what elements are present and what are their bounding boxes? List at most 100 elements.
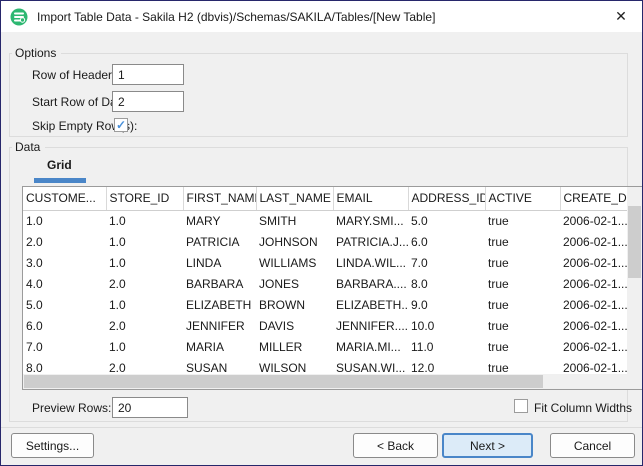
grid-cell[interactable]: true <box>485 210 560 231</box>
fit-column-widths-label: Fit Column Widths <box>534 401 632 415</box>
grid-cell[interactable]: MARY <box>183 210 256 231</box>
grid-cell[interactable]: 2.0 <box>106 273 183 294</box>
grid-cell[interactable]: MARIA <box>183 336 256 357</box>
grid-cell[interactable]: true <box>485 252 560 273</box>
grid-cell[interactable]: 6.0 <box>408 231 485 252</box>
grid-cell[interactable]: ELIZABETH... <box>333 294 408 315</box>
grid-cell[interactable]: MARY.SMI... <box>333 210 408 231</box>
back-button[interactable]: < Back <box>353 433 438 458</box>
grid-column-header[interactable]: ADDRESS_ID <box>408 187 485 210</box>
grid-cell[interactable]: 1.0 <box>106 231 183 252</box>
grid-cell[interactable]: PATRICIA <box>183 231 256 252</box>
preview-rows-input[interactable] <box>112 397 188 418</box>
grid-cell[interactable]: BARBARA.... <box>333 273 408 294</box>
grid-cell[interactable]: 10.0 <box>408 315 485 336</box>
grid-cell[interactable]: true <box>485 315 560 336</box>
grid-row[interactable]: 6.02.0JENNIFERDAVISJENNIFER....10.0true2… <box>23 315 627 336</box>
grid-cell[interactable]: JONES <box>256 273 333 294</box>
horizontal-scrollbar[interactable] <box>23 374 627 389</box>
grid-cell[interactable]: 3.0 <box>23 252 106 273</box>
options-group-label: Options <box>12 46 61 60</box>
grid-cell[interactable]: 5.0 <box>408 210 485 231</box>
grid-cell[interactable]: 2.0 <box>23 231 106 252</box>
horizontal-scrollbar-thumb[interactable] <box>24 375 543 388</box>
grid-column-header[interactable]: EMAIL <box>333 187 408 210</box>
grid-cell[interactable]: 11.0 <box>408 336 485 357</box>
close-icon[interactable]: ✕ <box>600 1 642 32</box>
scrollbar-corner <box>627 374 642 389</box>
grid-cell[interactable]: 2006-02-1... <box>560 336 627 357</box>
grid-cell[interactable]: 1.0 <box>106 252 183 273</box>
grid-cell[interactable]: BARBARA <box>183 273 256 294</box>
grid-cell[interactable]: 1.0 <box>106 210 183 231</box>
grid-cell[interactable]: WILLIAMS <box>256 252 333 273</box>
grid-header-row: CUSTOME...STORE_IDFIRST_NAMELAST_NAMEEMA… <box>23 187 627 210</box>
grid-column-header[interactable]: CREATE_D... <box>560 187 627 210</box>
grid-cell[interactable]: LINDA.WIL... <box>333 252 408 273</box>
preview-rows-label: Preview Rows: <box>32 401 111 415</box>
grid-cell[interactable]: MILLER <box>256 336 333 357</box>
grid-row[interactable]: 2.01.0PATRICIAJOHNSONPATRICIA.J...6.0tru… <box>23 231 627 252</box>
grid-column-header[interactable]: CUSTOME... <box>23 187 106 210</box>
grid-cell[interactable]: 7.0 <box>408 252 485 273</box>
grid-cell[interactable]: 4.0 <box>23 273 106 294</box>
settings-button[interactable]: Settings... <box>11 433 94 458</box>
grid-cell[interactable]: MARIA.MI... <box>333 336 408 357</box>
grid-row[interactable]: 4.02.0BARBARAJONESBARBARA....8.0true2006… <box>23 273 627 294</box>
grid-cell[interactable]: 6.0 <box>23 315 106 336</box>
row-of-header-label: Row of Header: <box>32 68 115 82</box>
grid-row[interactable]: 3.01.0LINDAWILLIAMSLINDA.WIL...7.0true20… <box>23 252 627 273</box>
grid-row[interactable]: 7.01.0MARIAMILLERMARIA.MI...11.0true2006… <box>23 336 627 357</box>
grid-cell[interactable]: 2006-02-1... <box>560 315 627 336</box>
grid-cell[interactable]: 7.0 <box>23 336 106 357</box>
grid-column-header[interactable]: ACTIVE <box>485 187 560 210</box>
grid-cell[interactable]: LINDA <box>183 252 256 273</box>
window-title: Import Table Data - Sakila H2 (dbvis)/Sc… <box>37 10 435 24</box>
data-group: Data Grid CUSTOME...STORE_IDFIRST_NAMELA… <box>9 147 628 422</box>
grid-cell[interactable]: 8.0 <box>408 273 485 294</box>
row-of-header-input[interactable] <box>112 64 184 85</box>
grid-cell[interactable]: 1.0 <box>106 294 183 315</box>
grid-cell[interactable]: 5.0 <box>23 294 106 315</box>
grid-row[interactable]: 5.01.0ELIZABETHBROWNELIZABETH...9.0true2… <box>23 294 627 315</box>
data-preview-grid: CUSTOME...STORE_IDFIRST_NAMELAST_NAMEEMA… <box>22 186 643 390</box>
vertical-scrollbar-thumb[interactable] <box>628 206 641 278</box>
data-grid-table: CUSTOME...STORE_IDFIRST_NAMELAST_NAMEEMA… <box>23 187 628 378</box>
grid-column-header[interactable]: FIRST_NAME <box>183 187 256 210</box>
grid-cell[interactable]: 2006-02-1... <box>560 252 627 273</box>
grid-cell[interactable]: 1.0 <box>23 210 106 231</box>
cancel-button[interactable]: Cancel <box>550 433 635 458</box>
grid-cell[interactable]: JOHNSON <box>256 231 333 252</box>
grid-cell[interactable]: 9.0 <box>408 294 485 315</box>
grid-cell[interactable]: JENNIFER <box>183 315 256 336</box>
grid-column-header[interactable]: STORE_ID <box>106 187 183 210</box>
grid-cell[interactable]: JENNIFER.... <box>333 315 408 336</box>
grid-cell[interactable]: true <box>485 273 560 294</box>
grid-cell[interactable]: BROWN <box>256 294 333 315</box>
grid-cell[interactable]: SMITH <box>256 210 333 231</box>
grid-cell[interactable]: 2006-02-1... <box>560 231 627 252</box>
grid-cell[interactable]: ELIZABETH <box>183 294 256 315</box>
grid-cell[interactable]: 2006-02-1... <box>560 210 627 231</box>
grid-cell[interactable]: 1.0 <box>106 336 183 357</box>
tab-grid[interactable]: Grid <box>47 158 72 172</box>
grid-column-header[interactable]: LAST_NAME <box>256 187 333 210</box>
app-database-icon <box>10 8 28 26</box>
start-row-of-data-input[interactable] <box>112 91 184 112</box>
data-group-label: Data <box>12 140 45 154</box>
grid-cell[interactable]: true <box>485 294 560 315</box>
vertical-scrollbar[interactable] <box>627 187 642 389</box>
grid-cell[interactable]: DAVIS <box>256 315 333 336</box>
skip-empty-rows-checkbox[interactable]: ✓ <box>114 118 128 132</box>
grid-cell[interactable]: 2.0 <box>106 315 183 336</box>
grid-cell[interactable]: 2006-02-1... <box>560 294 627 315</box>
grid-row[interactable]: 1.01.0MARYSMITHMARY.SMI...5.0true2006-02… <box>23 210 627 231</box>
grid-cell[interactable]: true <box>485 231 560 252</box>
grid-cell[interactable]: PATRICIA.J... <box>333 231 408 252</box>
fit-column-widths-checkbox[interactable] <box>514 399 528 413</box>
grid-cell[interactable]: 2006-02-1... <box>560 273 627 294</box>
import-table-data-dialog: Import Table Data - Sakila H2 (dbvis)/Sc… <box>0 0 643 466</box>
bottom-separator <box>1 427 643 428</box>
grid-cell[interactable]: true <box>485 336 560 357</box>
next-button[interactable]: Next > <box>442 433 533 458</box>
